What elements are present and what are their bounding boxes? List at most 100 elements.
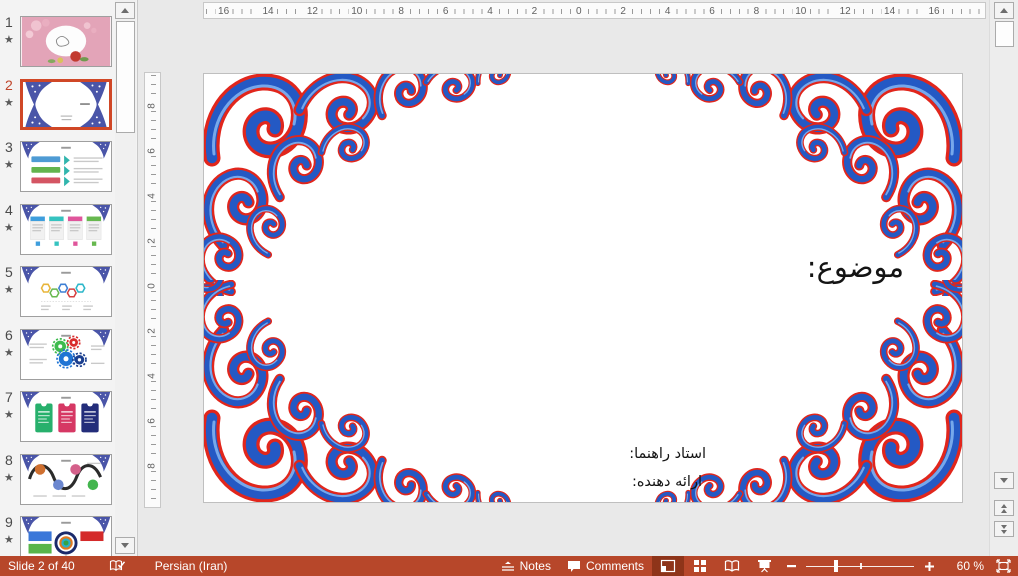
slideshow-view-button[interactable] bbox=[748, 556, 780, 576]
ruler-number: 4 bbox=[146, 191, 157, 201]
ruler-number: 2 bbox=[529, 5, 541, 18]
slide-thumbnail-item-9[interactable]: 9★ bbox=[0, 514, 114, 556]
ornament-top-right bbox=[632, 73, 963, 296]
slide-preview-art bbox=[21, 205, 111, 254]
slide-number: 2 bbox=[5, 77, 13, 93]
ruler-number: 8 bbox=[395, 5, 407, 18]
slide-indicator[interactable]: Slide 2 of 40 bbox=[8, 556, 83, 576]
plus-icon bbox=[925, 562, 934, 571]
next-slide-button[interactable] bbox=[994, 521, 1014, 537]
ruler-number: 0 bbox=[573, 5, 585, 18]
slide-title-placeholder[interactable]: موضوع: bbox=[807, 250, 904, 284]
slide-thumbnail-image[interactable] bbox=[20, 516, 112, 556]
slide-thumbnail-image[interactable] bbox=[20, 141, 112, 192]
previous-slide-button[interactable] bbox=[994, 500, 1014, 516]
transition-star-icon: ★ bbox=[4, 158, 14, 171]
ruler-number: 6 bbox=[146, 146, 157, 156]
slide-preview-art bbox=[21, 517, 111, 556]
ruler-number: 2 bbox=[617, 5, 629, 18]
ornament-bottom-right bbox=[632, 280, 963, 503]
arrow-up-icon bbox=[1000, 8, 1008, 13]
slide-sorter-view-button[interactable] bbox=[684, 556, 716, 576]
slide-thumbnail-item-7[interactable]: 7★ bbox=[0, 389, 114, 447]
slide-preview-art bbox=[21, 455, 111, 504]
main-scrollbar[interactable] bbox=[989, 0, 1018, 556]
ruler-number: 14 bbox=[259, 5, 276, 18]
supervisor-text[interactable]: استاد راهنما: bbox=[629, 446, 706, 462]
ruler-number: 4 bbox=[662, 5, 674, 18]
scroll-up-button[interactable] bbox=[994, 2, 1014, 19]
reading-view-icon bbox=[724, 559, 740, 573]
presenter-text[interactable]: ارائه دهنده: bbox=[632, 474, 702, 490]
slide-thumbnail-item-3[interactable]: 3★ bbox=[0, 139, 114, 197]
horizontal-ruler-ticks bbox=[206, 9, 983, 14]
slide-thumbnail-image[interactable] bbox=[20, 454, 112, 505]
spell-check-button[interactable] bbox=[101, 556, 139, 576]
slide-preview-art bbox=[21, 17, 111, 66]
slide-thumbnail-item-1[interactable]: 1★ bbox=[0, 14, 114, 72]
transition-star-icon: ★ bbox=[4, 283, 14, 296]
slide-thumbnail-item-5[interactable]: 5★ bbox=[0, 264, 114, 322]
comments-button[interactable]: Comments bbox=[559, 556, 652, 576]
ruler-number: 2 bbox=[146, 236, 157, 246]
fit-to-window-button[interactable] bbox=[990, 556, 1016, 576]
ornament-top-left bbox=[203, 73, 534, 296]
ruler-number: 2 bbox=[146, 326, 157, 336]
slide-thumbnail-item-4[interactable]: 4★ bbox=[0, 202, 114, 260]
zoom-in-button[interactable] bbox=[918, 556, 940, 576]
slide-thumbnail-image[interactable] bbox=[20, 329, 112, 380]
slide-thumbnail-image[interactable] bbox=[20, 204, 112, 255]
fit-to-window-icon bbox=[996, 559, 1011, 573]
zoom-level[interactable]: 60 % bbox=[940, 559, 990, 573]
transition-star-icon: ★ bbox=[4, 533, 14, 546]
slide-preview-art bbox=[21, 392, 111, 441]
slide-preview-art bbox=[21, 330, 111, 379]
thumbnail-scrollbar-thumb[interactable] bbox=[116, 21, 135, 133]
double-arrow-up-icon bbox=[1001, 504, 1007, 513]
slide-preview-art bbox=[23, 82, 109, 127]
arrow-down-icon bbox=[121, 543, 129, 548]
zoom-slider[interactable] bbox=[806, 556, 914, 576]
normal-view-button[interactable] bbox=[652, 556, 684, 576]
main-scrollbar-thumb[interactable] bbox=[995, 21, 1014, 47]
ruler-number: 10 bbox=[792, 5, 809, 18]
slide-thumbnail-image[interactable] bbox=[20, 79, 112, 130]
notes-button[interactable]: Notes bbox=[493, 556, 559, 576]
scroll-down-button[interactable] bbox=[994, 472, 1014, 489]
slide-thumbnail-item-2[interactable]: 2★ bbox=[0, 77, 114, 135]
thumbnail-scroll-down-button[interactable] bbox=[115, 537, 135, 554]
zoom-slider-thumb[interactable] bbox=[834, 560, 838, 572]
spell-check-icon bbox=[109, 559, 126, 574]
ruler-number: 16 bbox=[925, 5, 942, 18]
slide-number: 9 bbox=[5, 514, 13, 530]
status-bar: Slide 2 of 40 Persian (Iran) Notes bbox=[0, 556, 1018, 576]
slide-preview-art bbox=[21, 267, 111, 316]
slide-thumbnail-image[interactable] bbox=[20, 266, 112, 317]
slide-thumbnail-item-8[interactable]: 8★ bbox=[0, 452, 114, 510]
slide-thumbnail-panel: 1★ 2★ 3★ 4★ 5★ 6★ 7★ bbox=[0, 0, 138, 556]
transition-star-icon: ★ bbox=[4, 346, 14, 359]
transition-star-icon: ★ bbox=[4, 408, 14, 421]
slide-preview-art bbox=[21, 142, 111, 191]
slide-thumbnail-item-6[interactable]: 6★ bbox=[0, 327, 114, 385]
vertical-ruler[interactable]: 864202468 bbox=[144, 72, 161, 508]
slide-thumbnail-image[interactable] bbox=[20, 16, 112, 67]
ruler-number: 6 bbox=[706, 5, 718, 18]
reading-view-button[interactable] bbox=[716, 556, 748, 576]
slide-canvas[interactable]: موضوع: استاد راهنما: ارائه دهنده: bbox=[203, 73, 963, 503]
language-indicator[interactable]: Persian (Iran) bbox=[147, 556, 236, 576]
zoom-out-button[interactable] bbox=[780, 556, 802, 576]
ruler-number: 6 bbox=[146, 416, 157, 426]
horizontal-ruler[interactable]: 1614121086420246810121416 bbox=[203, 2, 986, 19]
slideshow-icon bbox=[757, 559, 772, 573]
comments-icon bbox=[567, 560, 581, 573]
slide-number: 7 bbox=[5, 389, 13, 405]
ruler-number: 8 bbox=[146, 461, 157, 471]
ruler-number: 12 bbox=[837, 5, 854, 18]
transition-star-icon: ★ bbox=[4, 471, 14, 484]
transition-star-icon: ★ bbox=[4, 221, 14, 234]
slide-sorter-icon bbox=[693, 559, 707, 573]
ruler-number: 10 bbox=[348, 5, 365, 18]
thumbnail-scroll-up-button[interactable] bbox=[115, 2, 135, 19]
slide-thumbnail-image[interactable] bbox=[20, 391, 112, 442]
